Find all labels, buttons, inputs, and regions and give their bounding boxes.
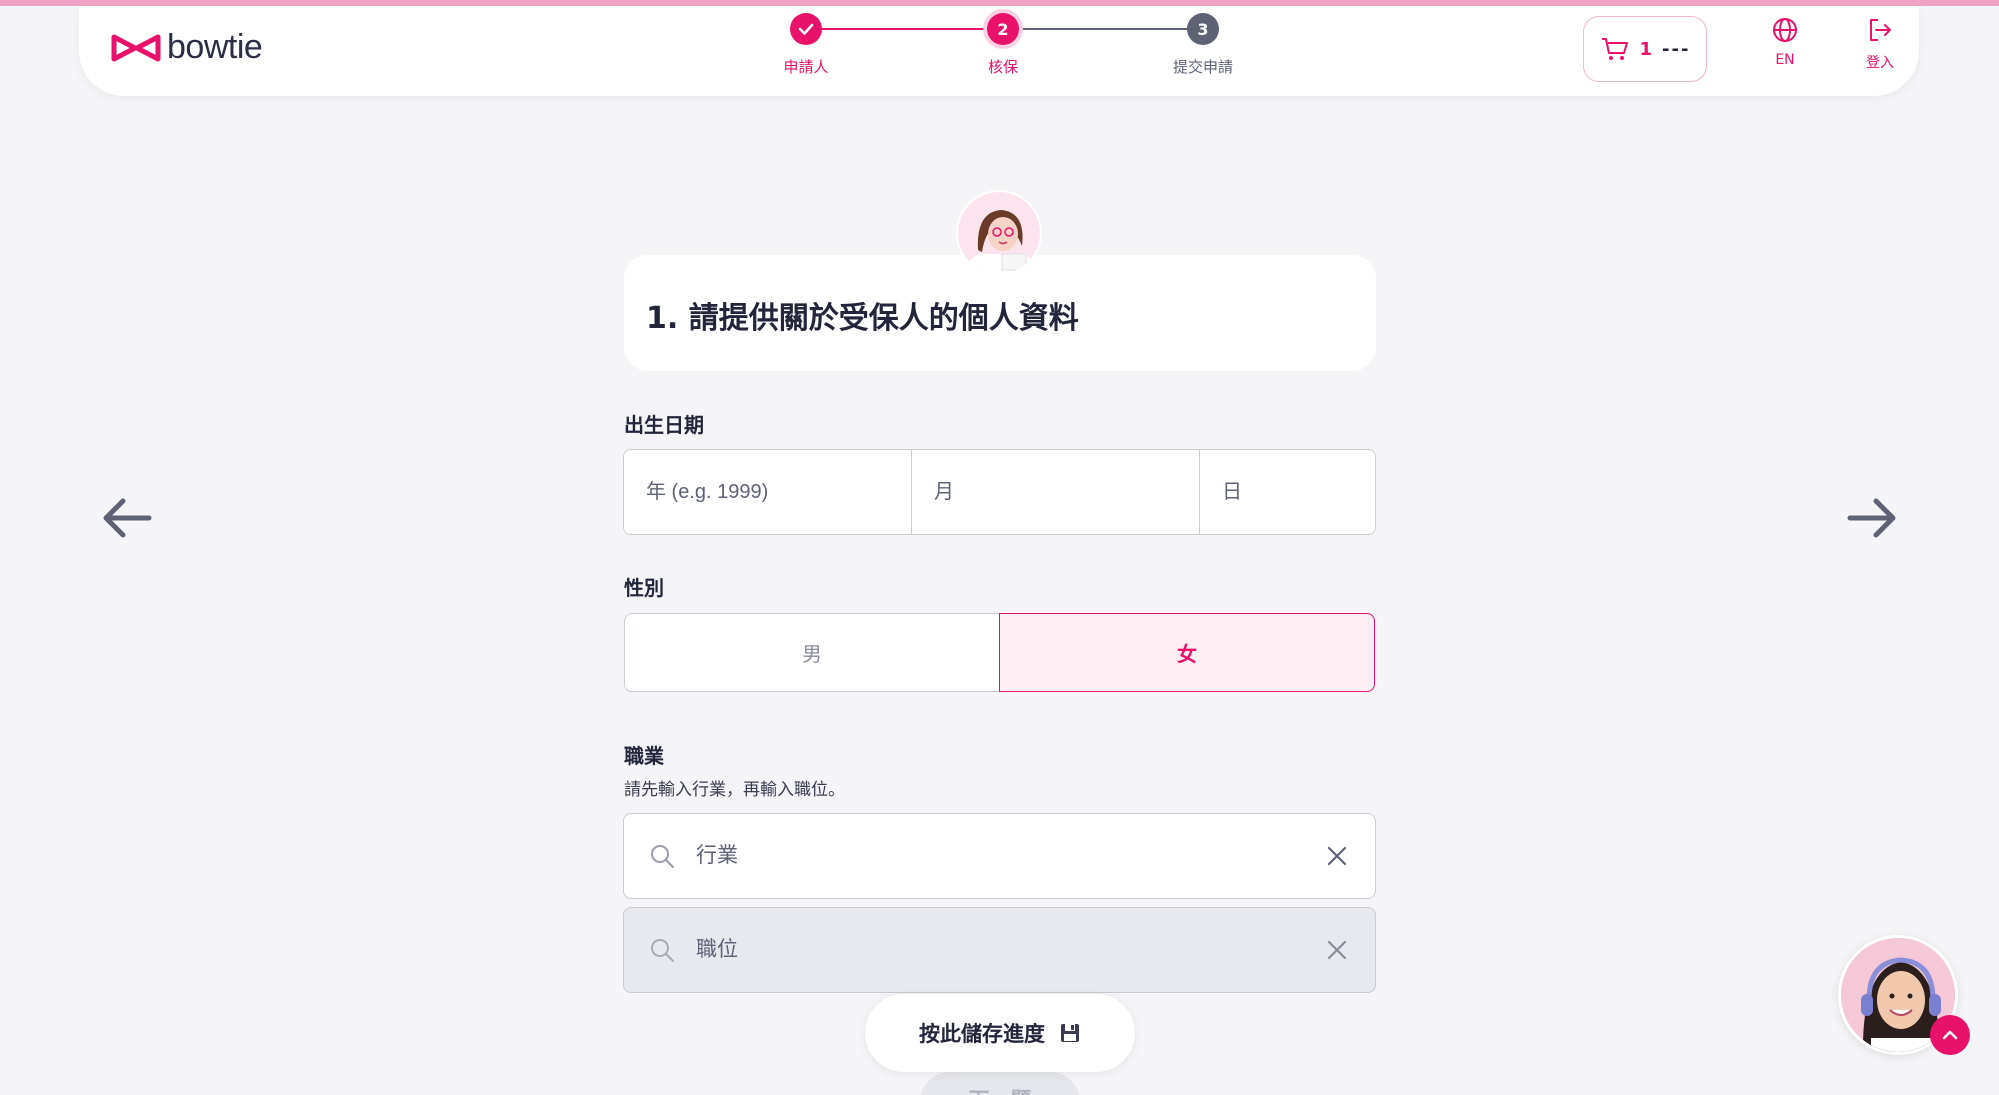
language-button[interactable]: EN (1755, 16, 1815, 86)
step-connector-2 (1003, 28, 1203, 30)
industry-input[interactable] (696, 844, 1323, 868)
chevron-up-icon[interactable] (1930, 1015, 1970, 1055)
dob-month-input[interactable] (912, 450, 1200, 534)
dob-input-group (623, 449, 1376, 535)
question-title: 1. 請提供關於受保人的個人資料 (646, 301, 1079, 336)
login-label: 登入 (1866, 55, 1894, 71)
language-label: EN (1775, 52, 1795, 68)
next-arrow-icon[interactable] (1842, 488, 1902, 548)
cart-icon (1601, 38, 1628, 60)
clear-position-icon (1327, 940, 1347, 960)
save-progress-button[interactable]: 按此儲存進度 (865, 994, 1135, 1072)
prev-arrow-icon[interactable] (97, 488, 157, 548)
occupation-hint: 請先輸入行業，再輸入職位。 (624, 780, 845, 800)
occupation-label: 職業 (624, 744, 664, 768)
globe-icon (1773, 18, 1797, 42)
position-input (696, 938, 1323, 962)
gender-female-option[interactable]: 女 (999, 613, 1375, 692)
cart-button[interactable]: 1 --- (1583, 16, 1707, 82)
save-progress-label: 按此儲存進度 (919, 1022, 1045, 1046)
login-button[interactable]: 登入 (1850, 16, 1910, 86)
step-2-label: 核保 (987, 58, 1018, 76)
gender-male-option[interactable]: 男 (624, 613, 999, 692)
cart-price: --- (1662, 38, 1691, 60)
step-3-label: 提交申請 (1172, 58, 1233, 76)
gender-label: 性別 (624, 576, 664, 600)
floppy-disk-icon (1061, 1024, 1079, 1042)
position-search-field (623, 907, 1376, 993)
header: bowtie 申請人 2 核保 3 提交申請 1 --- EN 登入 (79, 6, 1919, 96)
login-icon (1870, 19, 1891, 41)
clear-industry-icon[interactable] (1323, 842, 1351, 870)
assistant-avatar (956, 190, 1042, 276)
industry-search-field (623, 813, 1376, 899)
step-3-circle: 3 (1187, 13, 1219, 45)
next-question-button[interactable]: 下一題 (920, 1072, 1080, 1095)
step-2-circle: 2 (987, 13, 1019, 45)
cart-count: 1 (1639, 38, 1653, 60)
dob-day-input[interactable] (1200, 450, 1375, 534)
dob-label: 出生日期 (624, 413, 704, 437)
search-icon (651, 939, 674, 962)
search-icon (651, 845, 674, 868)
dob-year-input[interactable] (624, 450, 912, 534)
gender-toggle: 男 女 (624, 613, 1375, 692)
step-1-check-icon (790, 13, 822, 45)
step-1-label: 申請人 (783, 58, 829, 76)
step-connector-1 (807, 28, 997, 30)
